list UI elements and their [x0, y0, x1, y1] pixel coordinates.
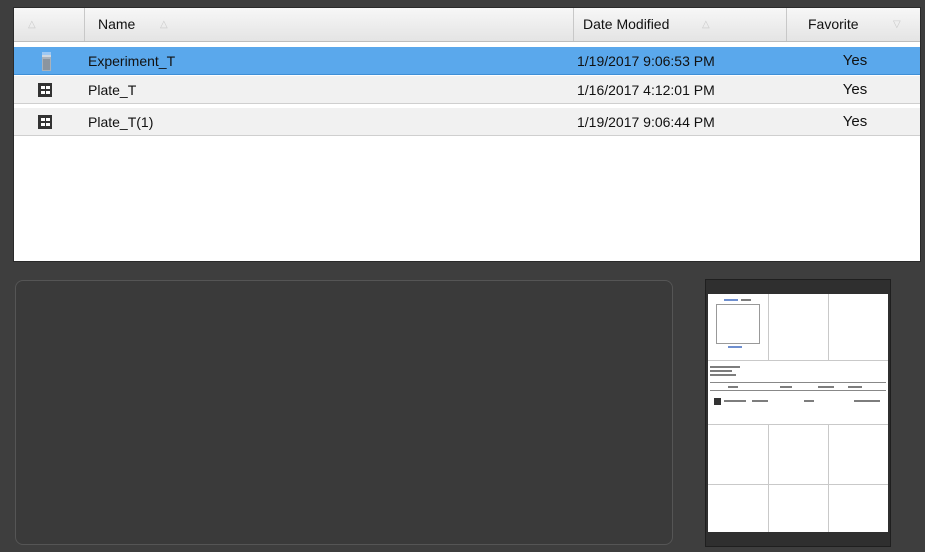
column-header-date-modified[interactable]: Date Modified △: [574, 8, 787, 41]
sort-arrow-down-icon: ▽: [893, 19, 901, 30]
details-panel: [15, 280, 673, 545]
row-favorite: Yes: [842, 113, 868, 130]
column-header-name-label: Name: [98, 16, 136, 32]
row-name: Plate_T: [88, 82, 137, 98]
preview-page: [708, 294, 888, 532]
column-header-favorite[interactable]: Favorite ▽: [787, 8, 920, 41]
plate-icon: [14, 76, 85, 104]
column-header-favorite-label: Favorite: [808, 16, 859, 32]
file-list-grid[interactable]: △ Name △ Date Modified △ Favorite ▽ Expe…: [13, 7, 921, 262]
row-date-modified: 1/16/2017 4:12:01 PM: [577, 82, 715, 98]
grid-header: △ Name △ Date Modified △ Favorite ▽: [14, 8, 920, 42]
preview-thumbnail[interactable]: [705, 279, 891, 547]
table-row[interactable]: Plate_T 1/16/2017 4:12:01 PM Yes: [14, 76, 920, 104]
experiment-icon: [14, 47, 85, 75]
row-name: Plate_T(1): [88, 114, 154, 130]
column-header-icon[interactable]: △: [14, 8, 85, 41]
table-row[interactable]: Plate_T(1) 1/19/2017 9:06:44 PM Yes: [14, 108, 920, 136]
table-row[interactable]: Experiment_T 1/19/2017 9:06:53 PM Yes: [14, 47, 920, 75]
sort-arrow-up-icon: △: [160, 19, 168, 30]
sort-arrow-up-icon: △: [702, 19, 710, 30]
row-favorite: Yes: [842, 81, 868, 98]
row-date-modified: 1/19/2017 9:06:44 PM: [577, 114, 715, 130]
row-favorite: Yes: [842, 52, 868, 69]
column-header-date-label: Date Modified: [583, 16, 670, 32]
plate-icon: [14, 108, 85, 136]
row-name: Experiment_T: [88, 53, 176, 69]
column-header-name[interactable]: Name △: [85, 8, 574, 41]
row-date-modified: 1/19/2017 9:06:53 PM: [577, 53, 715, 69]
sort-arrow-up-icon: △: [28, 19, 36, 30]
